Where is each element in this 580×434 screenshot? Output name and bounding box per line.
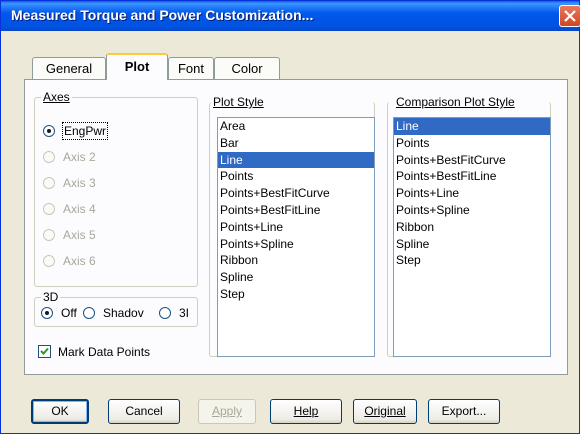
- checkbox-indicator: [38, 345, 51, 358]
- axes-radio-label: Axis 5: [63, 228, 96, 242]
- export-button[interactable]: Export...: [428, 399, 500, 424]
- cancel-button[interactable]: Cancel: [108, 399, 180, 424]
- export-button-label: Export...: [441, 404, 487, 418]
- ok-button-label: OK: [51, 404, 69, 418]
- list-item[interactable]: Area: [218, 118, 374, 135]
- axes-radio-label: Axis 6: [63, 254, 96, 268]
- tab-font-label: Font: [177, 61, 204, 76]
- threed-off-label: Off: [61, 306, 77, 320]
- list-item[interactable]: Step: [218, 286, 374, 303]
- original-button[interactable]: Original: [353, 399, 417, 424]
- tab-font[interactable]: Font: [168, 57, 214, 79]
- apply-button[interactable]: Apply: [198, 399, 256, 424]
- threed-group: 3D Off Shadov 3I: [34, 290, 198, 327]
- radio-indicator: [43, 151, 55, 163]
- list-item[interactable]: Points+Line: [394, 185, 550, 202]
- checkmark-icon: [40, 347, 49, 355]
- list-item[interactable]: Points+BestFitCurve: [218, 185, 374, 202]
- radio-indicator: [159, 307, 171, 319]
- ok-button[interactable]: OK: [31, 399, 89, 424]
- tab-panel-plot: Axes EngPwr Axis 2 Axis 3 Axis 4 Axis 5 Axis …: [24, 79, 568, 375]
- tab-general[interactable]: General: [32, 57, 106, 79]
- list-item[interactable]: Step: [394, 252, 550, 269]
- plot-style-listbox[interactable]: Area Bar Line Points Points+BestFitCurve Poin…: [217, 117, 375, 357]
- list-item[interactable]: Points+Spline: [218, 236, 374, 253]
- list-item[interactable]: Points: [394, 135, 550, 152]
- window-title: Measured Torque and Power Customization.…: [11, 7, 314, 23]
- list-item[interactable]: Points: [218, 168, 374, 185]
- radio-indicator: [43, 125, 55, 137]
- list-item[interactable]: Ribbon: [218, 252, 374, 269]
- radio-indicator: [43, 229, 55, 241]
- help-button-label: Help: [293, 404, 319, 418]
- list-item[interactable]: Bar: [218, 135, 374, 152]
- radio-indicator: [43, 177, 55, 189]
- radio-indicator: [41, 307, 53, 319]
- list-item[interactable]: Points+Line: [218, 219, 374, 236]
- threed-group-label: 3D: [41, 290, 61, 304]
- axes-radio-label: EngPwr: [61, 122, 109, 140]
- title-bar[interactable]: Measured Torque and Power Customization.…: [1, 1, 580, 31]
- radio-indicator: [43, 203, 55, 215]
- axes-group-label: Axes: [41, 90, 72, 104]
- mark-data-points-label: Mark Data Points: [58, 345, 151, 359]
- tab-plot[interactable]: Plot: [106, 53, 168, 80]
- close-button[interactable]: [559, 5, 580, 27]
- threed-3d-radio[interactable]: 3I: [159, 305, 195, 323]
- axes-radio-label: Axis 3: [63, 176, 96, 190]
- list-item[interactable]: Points+BestFitCurve: [394, 152, 550, 169]
- threed-3d-label: 3I: [179, 306, 190, 320]
- radio-indicator: [83, 307, 95, 319]
- list-item[interactable]: Points+BestFitLine: [394, 168, 550, 185]
- list-item[interactable]: Ribbon: [394, 219, 550, 236]
- list-item[interactable]: Points+BestFitLine: [218, 202, 374, 219]
- list-item[interactable]: Spline: [394, 236, 550, 253]
- tab-plot-label: Plot: [124, 59, 150, 74]
- tab-general-label: General: [45, 61, 93, 76]
- axes-radio-label: Axis 2: [63, 150, 96, 164]
- help-button[interactable]: Help: [270, 399, 342, 424]
- comparison-plot-style-listbox[interactable]: Line Points Points+BestFitCurve Points+Best…: [393, 117, 551, 357]
- original-button-label: Original: [364, 404, 406, 418]
- apply-button-label: Apply: [211, 404, 243, 418]
- close-icon: [564, 10, 576, 22]
- dialog-window: Measured Torque and Power Customization.…: [0, 0, 580, 434]
- list-item[interactable]: Line: [394, 118, 550, 135]
- axes-radio-label: Axis 4: [63, 202, 96, 216]
- cancel-button-label: Cancel: [125, 404, 163, 418]
- list-item[interactable]: Points+Spline: [394, 202, 550, 219]
- list-item[interactable]: Line: [218, 151, 374, 169]
- tab-color[interactable]: Color: [214, 57, 280, 79]
- list-item[interactable]: Spline: [218, 269, 374, 286]
- radio-indicator: [43, 255, 55, 267]
- tab-color-label: Color: [231, 61, 263, 76]
- threed-shadow-label: Shadov: [103, 306, 144, 320]
- axes-group: Axes EngPwr Axis 2 Axis 3 Axis 4 Axis 5 Axis …: [34, 90, 198, 287]
